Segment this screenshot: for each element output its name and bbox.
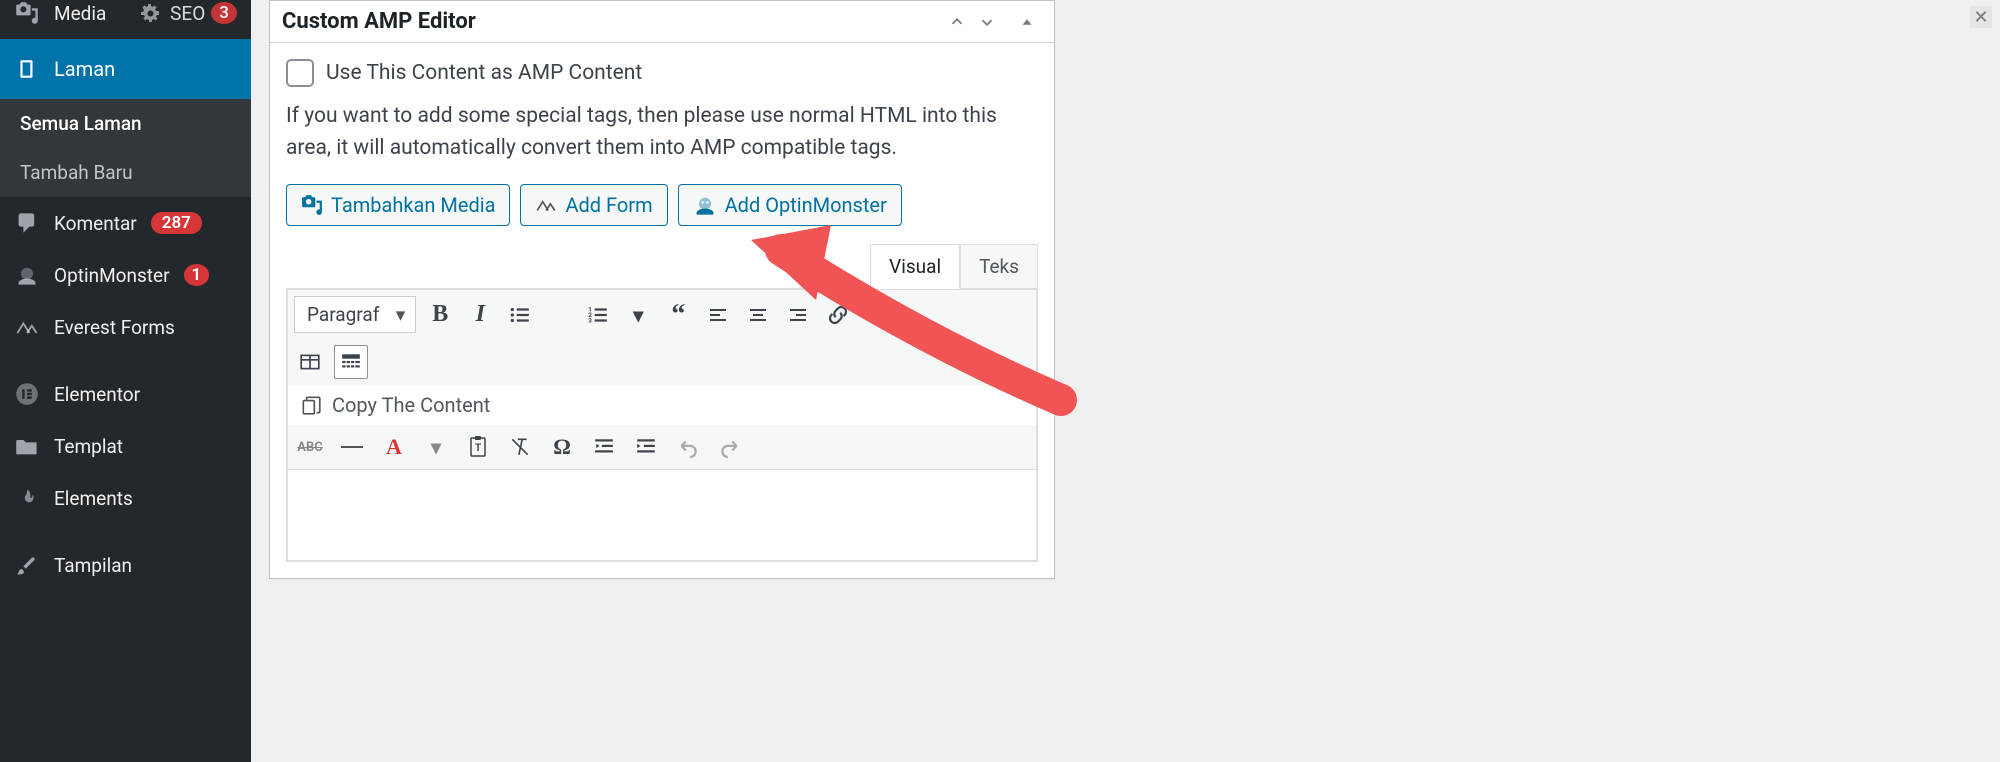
strikethrough-button[interactable]: ABC	[294, 431, 326, 463]
svg-text:T: T	[475, 443, 481, 454]
bold-button[interactable]: B	[424, 299, 456, 331]
seo-badge: 3	[211, 2, 237, 24]
page-icon	[14, 56, 40, 82]
sidebar-item-optinmonster[interactable]: OptinMonster 1	[0, 249, 251, 301]
copy-icon	[300, 394, 322, 416]
move-down-icon[interactable]	[972, 13, 1002, 31]
sidebar-sub-semua-laman[interactable]: Semua Laman	[0, 99, 251, 148]
tab-visual[interactable]: Visual	[870, 244, 960, 289]
tab-text[interactable]: Teks	[960, 244, 1038, 289]
editor-tabs: Visual Teks	[286, 244, 1038, 288]
admin-sidebar: Media SEO 3 Laman Semua Laman Tambah Bar…	[0, 0, 251, 762]
svg-text:3: 3	[588, 316, 592, 324]
align-left-button[interactable]	[702, 299, 734, 331]
copy-content-button[interactable]: Copy The Content	[287, 385, 1037, 425]
collapse-icon[interactable]	[1012, 13, 1042, 31]
special-char-button[interactable]: Ω	[546, 431, 578, 463]
close-icon[interactable]: ✕	[1970, 6, 1992, 28]
panel-header: Custom AMP Editor	[270, 1, 1054, 43]
numbered-list-button[interactable]: 123	[582, 299, 614, 331]
align-center-button[interactable]	[742, 299, 774, 331]
sidebar-item-elementor[interactable]: Elementor	[0, 368, 251, 420]
sidebar-item-label: Tampilan	[54, 554, 132, 577]
use-amp-content-checkbox[interactable]	[286, 59, 314, 87]
link-button[interactable]	[822, 299, 854, 331]
button-label: Tambahkan Media	[331, 193, 495, 217]
sidebar-item-label: Templat	[54, 435, 123, 458]
form-icon	[535, 194, 557, 216]
folder-icon	[14, 433, 40, 459]
optinmonster-icon	[14, 262, 40, 288]
forms-icon	[14, 314, 40, 340]
move-up-icon[interactable]	[942, 13, 972, 31]
italic-button[interactable]: I	[464, 299, 496, 331]
copy-label: Copy The Content	[332, 393, 490, 417]
media-icon	[14, 0, 40, 26]
sidebar-item-label: Everest Forms	[54, 316, 175, 339]
outdent-button[interactable]	[588, 431, 620, 463]
dropdown-icon[interactable]: ▾	[622, 299, 654, 331]
main-content: Custom AMP Editor Use This Content as AM…	[251, 0, 2000, 762]
sidebar-item-laman[interactable]: Laman	[0, 39, 251, 99]
sidebar-item-komentar[interactable]: Komentar 287	[0, 197, 251, 249]
table-button[interactable]	[294, 346, 326, 378]
panel-title: Custom AMP Editor	[282, 9, 942, 34]
sidebar-item-elements[interactable]: Elements	[0, 472, 251, 524]
seo-label: SEO	[170, 2, 205, 25]
sidebar-item-tampilan[interactable]: Tampilan	[0, 539, 251, 591]
indent-button[interactable]	[630, 431, 662, 463]
optin-badge: 1	[184, 264, 210, 286]
text-color-button[interactable]: A	[378, 431, 410, 463]
bullet-list-button[interactable]	[504, 299, 536, 331]
add-optinmonster-button[interactable]: Add OptinMonster	[678, 184, 902, 226]
sidebar-item-label: Elementor	[54, 383, 140, 406]
dropdown-icon[interactable]: ▾	[420, 431, 452, 463]
button-label: Add Form	[565, 193, 652, 217]
add-media-button[interactable]: Tambahkan Media	[286, 184, 510, 226]
sidebar-item-everest[interactable]: Everest Forms	[0, 301, 251, 353]
gear-icon	[138, 0, 164, 26]
sidebar-item-templat[interactable]: Templat	[0, 420, 251, 472]
blockquote-button[interactable]: “	[662, 299, 694, 331]
komentar-badge: 287	[151, 212, 202, 234]
undo-button[interactable]	[672, 431, 704, 463]
hr-button[interactable]	[336, 431, 368, 463]
sidebar-item-label: Komentar	[54, 212, 137, 235]
amp-description: If you want to add some special tags, th…	[286, 101, 1038, 164]
media-icon	[301, 194, 323, 216]
toolbar-toggle-button[interactable]	[334, 345, 368, 379]
clear-formatting-button[interactable]	[504, 431, 536, 463]
align-right-button[interactable]	[782, 299, 814, 331]
flame-icon	[14, 485, 40, 511]
sidebar-item-label: Media	[54, 2, 106, 25]
sidebar-sub-tambah-baru[interactable]: Tambah Baru	[0, 148, 251, 197]
comment-icon	[14, 210, 40, 236]
paste-text-button[interactable]: T	[462, 431, 494, 463]
use-amp-content-label[interactable]: Use This Content as AMP Content	[326, 61, 642, 85]
tinymce-editor: Paragraf B I 123 ▾ “	[286, 288, 1038, 562]
optinmonster-icon	[693, 193, 717, 217]
redo-button[interactable]	[714, 431, 746, 463]
button-label: Add OptinMonster	[725, 193, 887, 217]
format-select[interactable]: Paragraf	[294, 296, 416, 333]
sidebar-item-label: Laman	[54, 57, 115, 81]
brush-icon	[14, 552, 40, 578]
add-form-button[interactable]: Add Form	[520, 184, 667, 226]
sidebar-item-label: Elements	[54, 487, 133, 510]
sidebar-item-label: OptinMonster	[54, 264, 170, 287]
editor-canvas[interactable]	[287, 470, 1037, 561]
elementor-icon	[14, 381, 40, 407]
sidebar-item-media[interactable]: Media SEO 3	[0, 0, 251, 39]
amp-editor-panel: Custom AMP Editor Use This Content as AM…	[269, 0, 1055, 579]
